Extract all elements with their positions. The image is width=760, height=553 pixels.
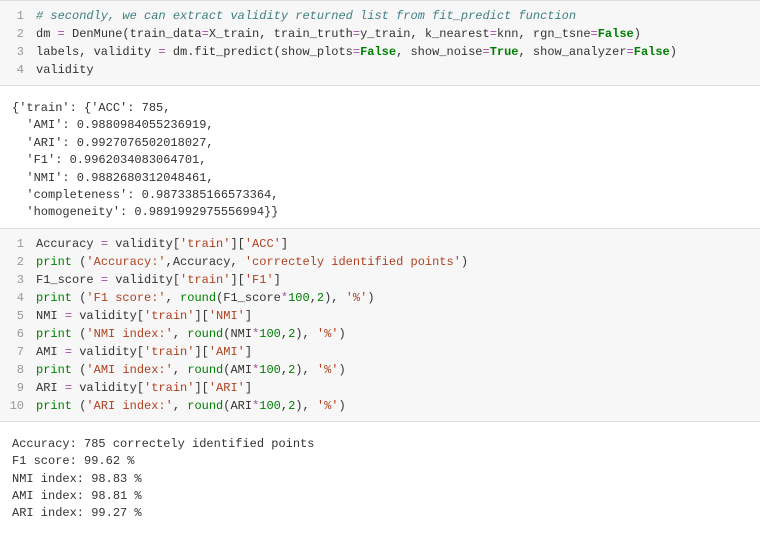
code-content[interactable]: labels, validity = dm.fit_predict(show_p… (36, 43, 760, 61)
line-number: 1 (0, 235, 36, 253)
code-line[interactable]: 9ARI = validity['train']['ARI'] (0, 379, 760, 397)
code-content[interactable]: print ('NMI index:', round(NMI*100,2), '… (36, 325, 760, 343)
output-1: {'train': {'ACC': 785, 'AMI': 0.98809840… (0, 94, 760, 228)
line-number: 4 (0, 289, 36, 307)
output-2: Accuracy: 785 correctely identified poin… (0, 430, 760, 529)
line-number: 5 (0, 307, 36, 325)
code-line[interactable]: 3labels, validity = dm.fit_predict(show_… (0, 43, 760, 61)
code-content[interactable]: # secondly, we can extract validity retu… (36, 7, 760, 25)
code-line[interactable]: 1# secondly, we can extract validity ret… (0, 7, 760, 25)
line-number: 9 (0, 379, 36, 397)
code-content[interactable]: F1_score = validity['train']['F1'] (36, 271, 760, 289)
line-number: 8 (0, 361, 36, 379)
code-content[interactable]: print ('ARI index:', round(ARI*100,2), '… (36, 397, 760, 415)
line-number: 7 (0, 343, 36, 361)
code-content[interactable]: ARI = validity['train']['ARI'] (36, 379, 760, 397)
code-line[interactable]: 10print ('ARI index:', round(ARI*100,2),… (0, 397, 760, 415)
code-content[interactable]: Accuracy = validity['train']['ACC'] (36, 235, 760, 253)
line-number: 6 (0, 325, 36, 343)
line-number: 10 (0, 397, 36, 415)
code-line[interactable]: 1Accuracy = validity['train']['ACC'] (0, 235, 760, 253)
code-line[interactable]: 6print ('NMI index:', round(NMI*100,2), … (0, 325, 760, 343)
code-cell-2[interactable]: 1Accuracy = validity['train']['ACC']2pri… (0, 228, 760, 422)
line-number: 4 (0, 61, 36, 79)
code-content[interactable]: print ('F1 score:', round(F1_score*100,2… (36, 289, 760, 307)
code-cell-1[interactable]: 1# secondly, we can extract validity ret… (0, 0, 760, 86)
code-content[interactable]: print ('AMI index:', round(AMI*100,2), '… (36, 361, 760, 379)
line-number: 3 (0, 43, 36, 61)
code-line[interactable]: 4validity (0, 61, 760, 79)
code-line[interactable]: 2print ('Accuracy:',Accuracy, 'correctel… (0, 253, 760, 271)
code-content[interactable]: print ('Accuracy:',Accuracy, 'correctely… (36, 253, 760, 271)
code-content[interactable]: NMI = validity['train']['NMI'] (36, 307, 760, 325)
code-line[interactable]: 3F1_score = validity['train']['F1'] (0, 271, 760, 289)
code-content[interactable]: dm = DenMune(train_data=X_train, train_t… (36, 25, 760, 43)
line-number: 2 (0, 253, 36, 271)
line-number: 2 (0, 25, 36, 43)
line-number: 3 (0, 271, 36, 289)
code-line[interactable]: 2dm = DenMune(train_data=X_train, train_… (0, 25, 760, 43)
code-line[interactable]: 8print ('AMI index:', round(AMI*100,2), … (0, 361, 760, 379)
code-line[interactable]: 7AMI = validity['train']['AMI'] (0, 343, 760, 361)
code-content[interactable]: validity (36, 61, 760, 79)
code-line[interactable]: 5NMI = validity['train']['NMI'] (0, 307, 760, 325)
line-number: 1 (0, 7, 36, 25)
code-content[interactable]: AMI = validity['train']['AMI'] (36, 343, 760, 361)
code-line[interactable]: 4print ('F1 score:', round(F1_score*100,… (0, 289, 760, 307)
